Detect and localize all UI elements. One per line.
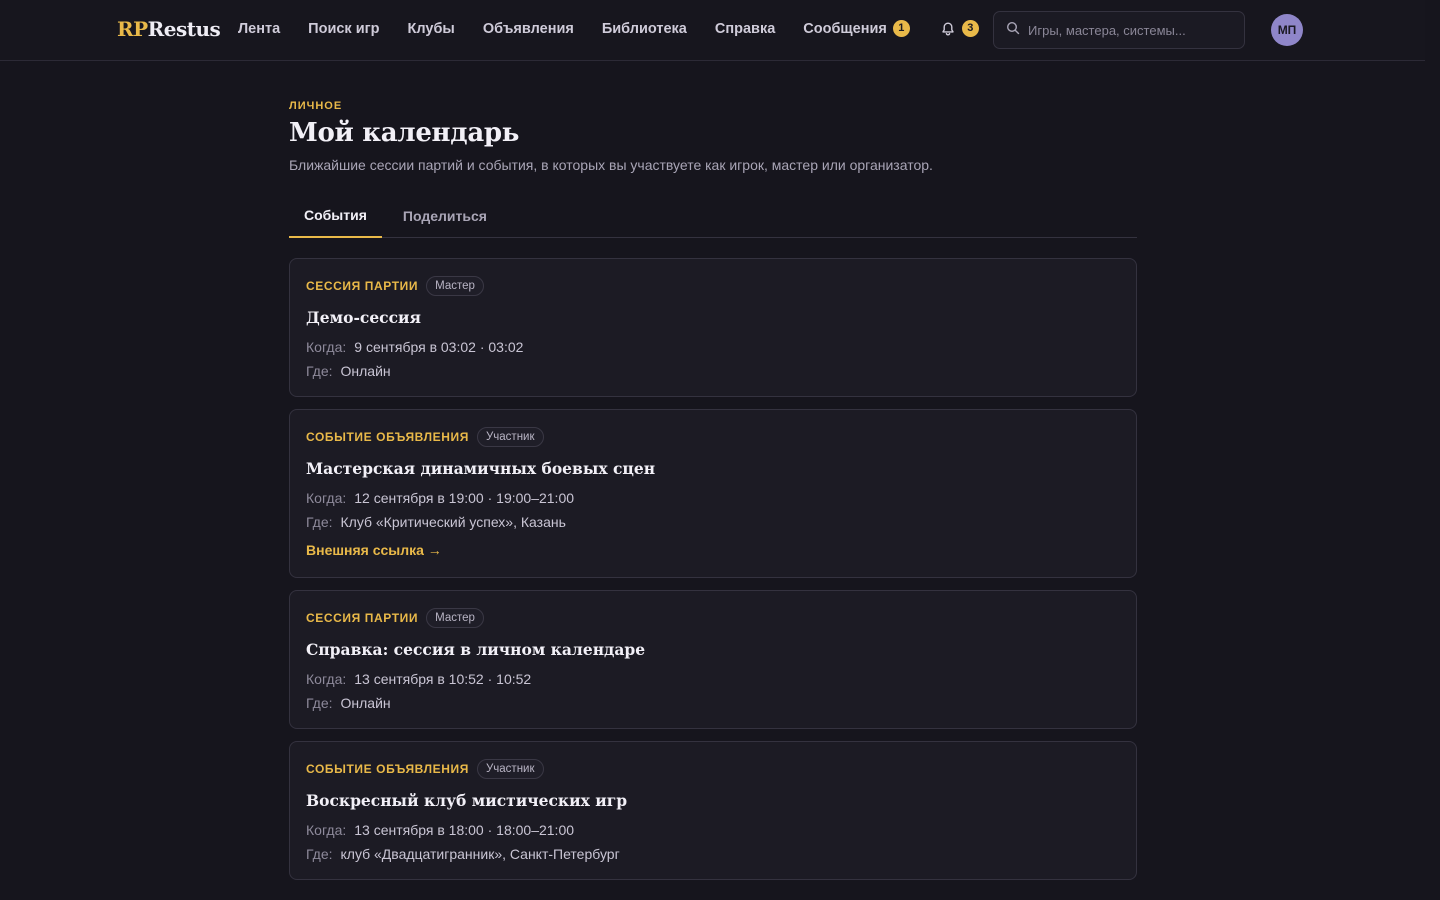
event-title: Мастерская динамичных боевых сцен xyxy=(306,459,656,478)
event-kind: СОБЫТИЕ ОБЪЯВЛЕНИЯ xyxy=(306,762,469,776)
event-card[interactable]: СОБЫТИЕ ОБЪЯВЛЕНИЯ Участник Мастерская д… xyxy=(289,409,1137,578)
event-card-header: СОБЫТИЕ ОБЪЯВЛЕНИЯ Участник xyxy=(306,426,1120,448)
notifications-button[interactable]: 3 xyxy=(940,20,979,37)
role-badge: Участник xyxy=(476,759,544,779)
nav-library[interactable]: Библиотека xyxy=(602,21,687,37)
event-kind: СЕССИЯ ПАРТИИ xyxy=(306,279,419,293)
event-when: Когда: 13 сентября в 10:52 · 10:52 xyxy=(306,671,1120,687)
event-when: Когда: 13 сентября в 18:00 · 18:00–21:00 xyxy=(306,822,1120,838)
nav-feed[interactable]: Лента xyxy=(238,21,280,37)
event-title: Воскресный клуб мистических игр xyxy=(306,791,628,810)
event-list: СЕССИЯ ПАРТИИ Мастер Демо-сессия Когда: … xyxy=(289,258,1137,880)
role-badge: Участник xyxy=(476,427,544,447)
where-label: Где: xyxy=(306,846,333,862)
notifications-count-badge: 3 xyxy=(961,20,979,37)
logo-rp: RP xyxy=(117,17,148,41)
event-where: Где: Клуб «Критический успех», Казань xyxy=(306,514,1120,530)
page-subtitle: Ближайшие сессии партий и события, в кот… xyxy=(289,157,933,173)
search-icon xyxy=(1006,21,1020,40)
role-badge: Мастер xyxy=(426,276,484,296)
nav-help[interactable]: Справка xyxy=(715,21,775,37)
where-label: Где: xyxy=(306,695,333,711)
event-card-header: СОБЫТИЕ ОБЪЯВЛЕНИЯ Участник xyxy=(306,758,1120,780)
tab-events[interactable]: События xyxy=(289,193,382,238)
calendar-page: ЛИЧНОЕ Мой календарь Ближайшие сессии па… xyxy=(289,100,1137,892)
messages-count-badge: 1 xyxy=(892,20,910,37)
event-kind: СЕССИЯ ПАРТИИ xyxy=(306,611,419,625)
page-eyebrow: ЛИЧНОЕ xyxy=(289,100,343,112)
when-label: Когда: xyxy=(306,822,347,838)
event-card-header: СЕССИЯ ПАРТИИ Мастер xyxy=(306,607,1120,629)
event-title: Демо-сессия xyxy=(306,308,422,327)
search-input[interactable] xyxy=(1028,22,1228,38)
when-value: 13 сентября в 18:00 · 18:00–21:00 xyxy=(354,822,575,838)
role-badge: Мастер xyxy=(426,608,484,628)
where-label: Где: xyxy=(306,363,333,379)
when-value: 12 сентября в 19:00 · 19:00–21:00 xyxy=(354,490,575,506)
site-logo[interactable]: RPRestus xyxy=(117,17,221,41)
event-where: Где: клуб «Двадцатигранник», Санкт-Петер… xyxy=(306,846,1120,862)
external-link[interactable]: Внешняя ссылка → xyxy=(306,542,442,558)
where-value: Онлайн xyxy=(340,695,391,711)
logo-restus: Restus xyxy=(147,17,221,41)
event-card-header: СЕССИЯ ПАРТИИ Мастер xyxy=(306,275,1120,297)
tab-share[interactable]: Поделиться xyxy=(388,193,502,238)
user-avatar[interactable]: МП xyxy=(1271,14,1303,46)
event-title: Справка: сессия в личном календаре xyxy=(306,640,646,659)
when-value: 13 сентября в 10:52 · 10:52 xyxy=(354,671,532,687)
event-card[interactable]: СОБЫТИЕ ОБЪЯВЛЕНИЯ Участник Воскресный к… xyxy=(289,741,1137,880)
when-label: Когда: xyxy=(306,490,347,506)
when-value: 9 сентября в 03:02 · 03:02 xyxy=(354,339,524,355)
where-label: Где: xyxy=(306,514,333,530)
event-when: Когда: 12 сентября в 19:00 · 19:00–21:00 xyxy=(306,490,1120,506)
where-value: Онлайн xyxy=(340,363,391,379)
when-label: Когда: xyxy=(306,339,347,355)
search-box xyxy=(993,11,1245,49)
nav-clubs[interactable]: Клубы xyxy=(408,21,455,37)
event-when: Когда: 9 сентября в 03:02 · 03:02 xyxy=(306,339,1120,355)
event-kind: СОБЫТИЕ ОБЪЯВЛЕНИЯ xyxy=(306,430,469,444)
nav-messages-label: Сообщения xyxy=(803,20,887,37)
where-value: Клуб «Критический успех», Казань xyxy=(340,514,566,530)
event-where: Где: Онлайн xyxy=(306,363,1120,379)
page-title: Мой календарь xyxy=(289,118,520,148)
when-label: Когда: xyxy=(306,671,347,687)
main-nav: Лента Поиск игр Клубы Объявления Библиот… xyxy=(238,20,979,37)
nav-announcements[interactable]: Объявления xyxy=(483,21,574,37)
where-value: клуб «Двадцатигранник», Санкт-Петербург xyxy=(340,846,620,862)
calendar-tabs: События Поделиться xyxy=(289,193,1137,238)
nav-messages[interactable]: Сообщения 1 xyxy=(803,20,910,37)
event-where: Где: Онлайн xyxy=(306,695,1120,711)
top-navigation-bar: RPRestus Лента Поиск игр Клубы Объявлени… xyxy=(0,0,1425,61)
event-card[interactable]: СЕССИЯ ПАРТИИ Мастер Демо-сессия Когда: … xyxy=(289,258,1137,397)
nav-game-search[interactable]: Поиск игр xyxy=(308,21,379,37)
bell-icon xyxy=(940,21,956,37)
event-card[interactable]: СЕССИЯ ПАРТИИ Мастер Справка: сессия в л… xyxy=(289,590,1137,729)
